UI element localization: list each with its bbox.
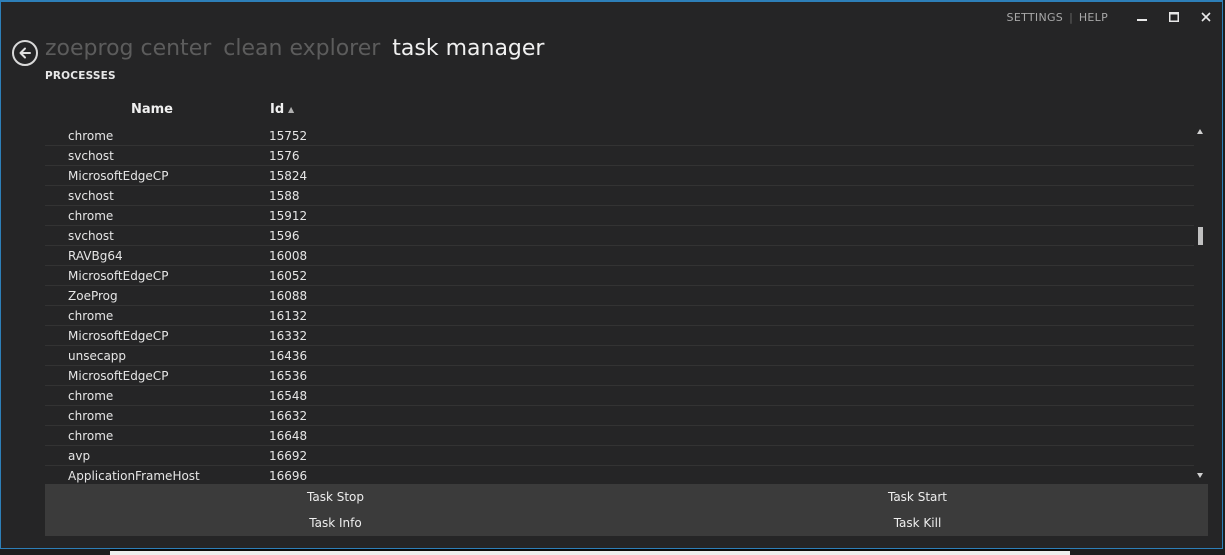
- process-name-cell: MicrosoftEdgeCP: [68, 369, 169, 383]
- process-list[interactable]: chrome 15752 svchost 1576 MicrosoftEdgeCP 158…: [45, 126, 1194, 483]
- table-row[interactable]: unsecapp 16436: [45, 346, 1194, 366]
- process-name-cell: chrome: [68, 129, 114, 143]
- breadcrumb-zoeprog-center[interactable]: zoeprog center: [45, 36, 211, 61]
- column-header-id[interactable]: Id: [270, 102, 284, 117]
- page-title: task manager: [392, 36, 545, 61]
- table-row[interactable]: avp 16692: [45, 446, 1194, 466]
- maximize-icon: [1169, 12, 1179, 22]
- task-info-button[interactable]: Task Info: [45, 510, 626, 536]
- process-id-cell: 16088: [269, 289, 308, 303]
- process-id-cell: 16052: [269, 269, 308, 283]
- action-bar: Task Stop Task Start Task Info Task Kill: [45, 484, 1208, 536]
- table-header: Name Id ▲: [45, 97, 1195, 123]
- help-link[interactable]: HELP: [1079, 11, 1108, 24]
- table-row[interactable]: MicrosoftEdgeCP 15824: [45, 166, 1194, 186]
- process-name-cell: ZoeProg: [68, 289, 118, 303]
- process-name-cell: chrome: [68, 209, 114, 223]
- section-title: PROCESSES: [45, 70, 116, 82]
- title-bar: SETTINGS | HELP: [1007, 2, 1222, 32]
- task-stop-button[interactable]: Task Stop: [45, 484, 626, 510]
- table-row[interactable]: ApplicationFrameHost 16696: [45, 466, 1194, 483]
- process-name-cell: chrome: [68, 309, 114, 323]
- process-id-cell: 16008: [269, 249, 308, 263]
- process-id-cell: 1576: [269, 149, 300, 163]
- table-row[interactable]: chrome 16648: [45, 426, 1194, 446]
- task-start-button[interactable]: Task Start: [627, 484, 1208, 510]
- process-id-cell: 15752: [269, 129, 308, 143]
- sort-ascending-icon: ▲: [288, 105, 295, 114]
- process-id-cell: 16332: [269, 329, 308, 343]
- process-id-cell: 16436: [269, 349, 308, 363]
- breadcrumb-clean-explorer[interactable]: clean explorer: [223, 36, 380, 61]
- process-id-cell: 1596: [269, 229, 300, 243]
- process-name-cell: svchost: [68, 189, 114, 203]
- background-window-strip: [110, 549, 1070, 555]
- app-window: SETTINGS | HELP zoeprog center clean exp…: [0, 0, 1223, 549]
- table-row[interactable]: chrome 16548: [45, 386, 1194, 406]
- minimize-icon: [1137, 19, 1147, 21]
- process-name-cell: ApplicationFrameHost: [68, 469, 200, 483]
- table-row[interactable]: chrome 16632: [45, 406, 1194, 426]
- process-id-cell: 16692: [269, 449, 308, 463]
- table-row[interactable]: svchost 1588: [45, 186, 1194, 206]
- process-name-cell: svchost: [68, 229, 114, 243]
- process-name-cell: chrome: [68, 389, 114, 403]
- table-row[interactable]: chrome 15912: [45, 206, 1194, 226]
- process-id-cell: 16648: [269, 429, 308, 443]
- process-id-cell: 1588: [269, 189, 300, 203]
- topbar-separator: |: [1069, 10, 1073, 24]
- process-name-cell: svchost: [68, 149, 114, 163]
- scrollbar-thumb[interactable]: [1198, 227, 1203, 246]
- breadcrumb: zoeprog center clean explorer task manag…: [45, 36, 556, 61]
- scroll-down-icon[interactable]: [1197, 473, 1203, 478]
- back-button[interactable]: [12, 40, 38, 66]
- table-row[interactable]: MicrosoftEdgeCP 16536: [45, 366, 1194, 386]
- table-row[interactable]: svchost 1576: [45, 146, 1194, 166]
- process-id-cell: 16132: [269, 309, 308, 323]
- maximize-button[interactable]: [1158, 2, 1190, 32]
- table-row[interactable]: chrome 15752: [45, 126, 1194, 146]
- process-id-cell: 15912: [269, 209, 308, 223]
- vertical-scrollbar[interactable]: [1194, 126, 1208, 483]
- process-name-cell: avp: [68, 449, 91, 463]
- close-icon: [1201, 12, 1211, 22]
- table-row[interactable]: RAVBg64 16008: [45, 246, 1194, 266]
- process-id-cell: 16632: [269, 409, 308, 423]
- table-row[interactable]: MicrosoftEdgeCP 16052: [45, 266, 1194, 286]
- process-id-cell: 16696: [269, 469, 308, 483]
- column-header-name[interactable]: Name: [45, 102, 259, 117]
- table-row[interactable]: svchost 1596: [45, 226, 1194, 246]
- table-row[interactable]: chrome 16132: [45, 306, 1194, 326]
- process-name-cell: unsecapp: [68, 349, 127, 363]
- process-id-cell: 16548: [269, 389, 308, 403]
- process-name-cell: MicrosoftEdgeCP: [68, 269, 169, 283]
- process-name-cell: chrome: [68, 409, 114, 423]
- table-row[interactable]: ZoeProg 16088: [45, 286, 1194, 306]
- process-id-cell: 15824: [269, 169, 308, 183]
- minimize-button[interactable]: [1126, 2, 1158, 32]
- back-arrow-icon: [19, 47, 31, 59]
- process-id-cell: 16536: [269, 369, 308, 383]
- scroll-up-icon[interactable]: [1197, 129, 1203, 134]
- process-name-cell: MicrosoftEdgeCP: [68, 329, 169, 343]
- table-row[interactable]: MicrosoftEdgeCP 16332: [45, 326, 1194, 346]
- process-name-cell: RAVBg64: [68, 249, 123, 263]
- task-kill-button[interactable]: Task Kill: [627, 510, 1208, 536]
- close-button[interactable]: [1190, 2, 1222, 32]
- process-name-cell: chrome: [68, 429, 114, 443]
- process-name-cell: MicrosoftEdgeCP: [68, 169, 169, 183]
- settings-link[interactable]: SETTINGS: [1007, 11, 1064, 24]
